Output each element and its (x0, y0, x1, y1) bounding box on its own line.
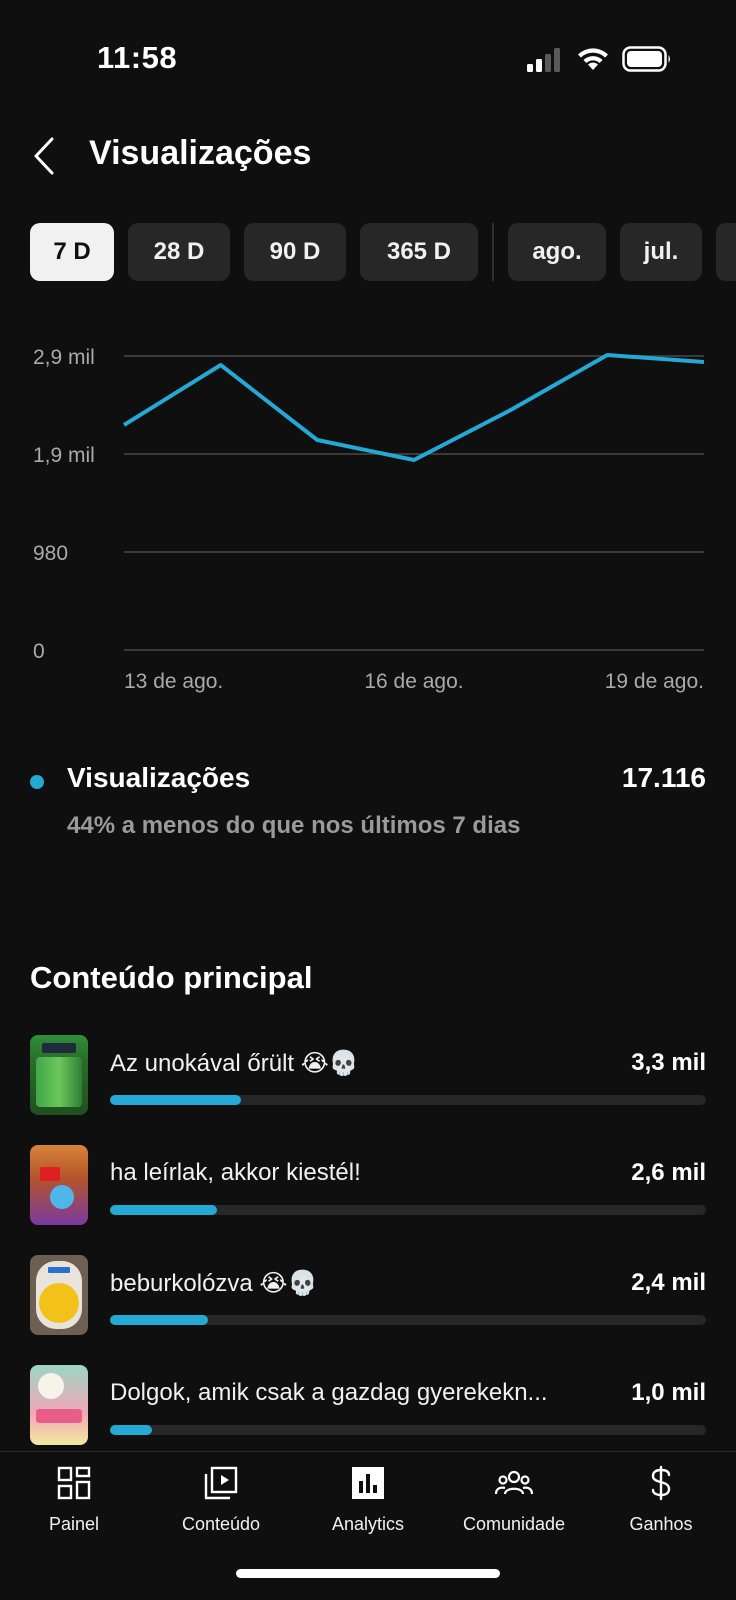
nav-label: Conteúdo (181, 1514, 261, 1534)
nav-analytics[interactable]: Analytics (298, 1452, 438, 1552)
cellular-signal-icon (527, 48, 560, 72)
content-thumbnail (30, 1255, 88, 1335)
content-item[interactable]: ha leírlak, akkor kiestél! 2,6 mil (30, 1145, 706, 1255)
content-views: 2,6 mil (631, 1159, 706, 1186)
content-thumbnail (30, 1035, 88, 1115)
chip-365d[interactable]: 365 D (360, 223, 478, 281)
x-tick-label: 16 de ago. (364, 670, 463, 693)
content-title: Dolgok, amik csak a gazdag gyerekekn... (110, 1379, 548, 1406)
content-views: 2,4 mil (631, 1269, 706, 1296)
nav-content[interactable]: Conteúdo (151, 1452, 291, 1552)
chip-more[interactable] (716, 223, 736, 281)
period-chips: 7 D 28 D 90 D 365 D ago. jul. (30, 223, 736, 281)
y-tick-label: 1,9 mil (33, 444, 95, 467)
content-views: 3,3 mil (631, 1049, 706, 1076)
nav-label: Comunidade (462, 1514, 566, 1534)
views-series-line (122, 353, 705, 462)
y-tick-label: 0 (33, 640, 45, 663)
chip-90d[interactable]: 90 D (244, 223, 346, 281)
back-arrow-icon (34, 137, 54, 175)
views-bar-track (110, 1205, 706, 1215)
status-time: 11:58 (97, 40, 178, 75)
page-title: Visualizações (89, 134, 312, 172)
nav-dashboard[interactable]: Painel (4, 1452, 144, 1552)
metric-summary: Visualizações 17.116 44% a menos do que … (30, 760, 706, 860)
status-bar: 11:58 (0, 0, 736, 120)
content-thumbnail (30, 1145, 88, 1225)
views-bar-track (110, 1425, 706, 1435)
top-content-list: Az unokával őrült 😭💀 3,3 mil ha leírlak,… (30, 1035, 706, 1475)
analytics-icon (349, 1464, 387, 1502)
section-title: Conteúdo principal (30, 960, 313, 995)
content-title: beburkolózva 😭💀 (110, 1270, 318, 1297)
nav-earnings[interactable]: Ganhos (591, 1452, 731, 1552)
battery-icon (622, 46, 670, 72)
views-bar-track (110, 1315, 706, 1325)
content-views: 1,0 mil (631, 1379, 706, 1406)
views-bar-fill (110, 1315, 209, 1325)
chip-july[interactable]: jul. (620, 223, 702, 281)
chip-28d[interactable]: 28 D (128, 223, 230, 281)
views-bar-fill (110, 1095, 242, 1105)
content-title: ha leírlak, akkor kiestél! (110, 1159, 361, 1186)
dashboard-icon (55, 1464, 93, 1502)
back-button[interactable] (24, 132, 64, 180)
y-tick-label: 980 (33, 542, 68, 565)
earnings-icon (642, 1464, 680, 1502)
community-icon (495, 1464, 533, 1502)
content-title: Az unokával őrült 😭💀 (110, 1050, 359, 1077)
chip-divider (492, 223, 494, 281)
views-bar-fill (110, 1425, 152, 1435)
views-bar-track (110, 1095, 706, 1105)
nav-label: Ganhos (629, 1514, 693, 1534)
nav-label: Analytics (331, 1514, 405, 1534)
chip-august[interactable]: ago. (508, 223, 606, 281)
content-item[interactable]: Az unokával őrült 😭💀 3,3 mil (30, 1035, 706, 1145)
views-bar-fill (110, 1205, 218, 1215)
x-tick-label: 13 de ago. (124, 670, 223, 693)
header: Visualizações (0, 120, 736, 190)
home-indicator (236, 1569, 500, 1578)
content-icon (202, 1464, 240, 1502)
chip-7d[interactable]: 7 D (30, 223, 114, 281)
x-tick-label: 19 de ago. (605, 670, 704, 693)
views-chart: 2,9 mil 1,9 mil 980 0 13 de ago. 16 de ago. 1… (33, 346, 705, 693)
metric-comparison: 44% a menos do que nos últimos 7 dias (67, 812, 521, 839)
y-tick-label: 2,9 mil (33, 346, 95, 369)
wifi-icon (578, 48, 608, 70)
nav-community[interactable]: Comunidade (444, 1452, 584, 1552)
legend-dot (30, 775, 44, 789)
content-item[interactable]: beburkolózva 😭💀 2,4 mil (30, 1255, 706, 1365)
metric-value: 17.116 (621, 762, 706, 793)
metric-label: Visualizações (67, 762, 251, 793)
nav-label: Painel (48, 1514, 100, 1534)
content-thumbnail (30, 1365, 88, 1445)
